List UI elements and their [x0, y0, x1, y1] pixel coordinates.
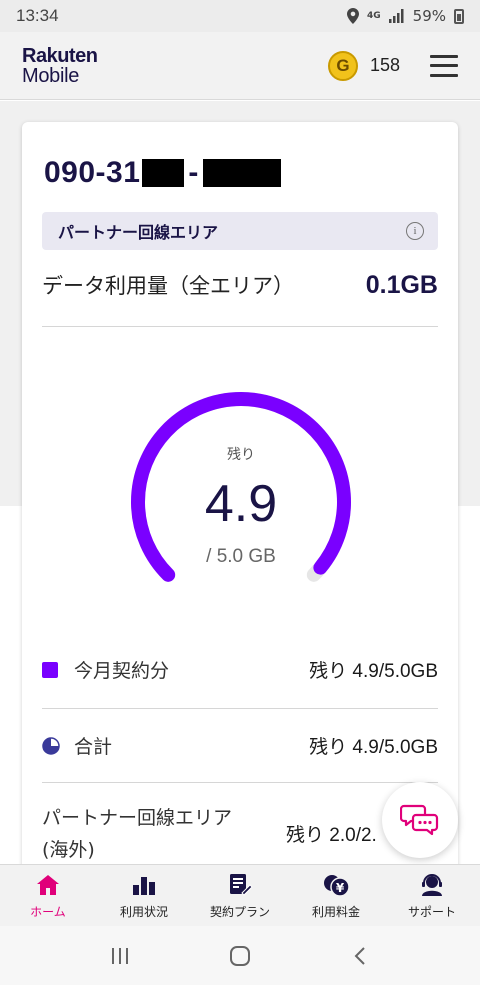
chat-bubbles-icon [400, 804, 439, 836]
menu-line [430, 64, 458, 67]
back-icon [354, 946, 365, 965]
gauge-remaining-value: 4.9 [204, 475, 278, 533]
total-value: 残り 4.9/5.0GB [309, 737, 438, 758]
recent-apps-button[interactable] [100, 941, 140, 971]
app-header: Rakuten Mobile G 158 [0, 32, 480, 100]
status-bar: 13:34 4G 59% [0, 0, 480, 32]
hamburger-menu-button[interactable] [430, 54, 458, 77]
bottom-tab-bar: ホーム 利用状況 契約プラン ¥ 利用料金 サポート [0, 864, 480, 926]
partner-area-label: パートナー回線エリア [58, 223, 219, 242]
chat-support-button[interactable] [382, 782, 458, 858]
purple-square-icon [42, 661, 58, 678]
logo-line2: Mobile [22, 64, 80, 87]
menu-line [430, 54, 458, 58]
data-usage-row: データ利用量（全エリア） 0.1GB [42, 270, 438, 300]
tab-label: 利用状況 [119, 905, 168, 919]
redacted-block [142, 159, 185, 187]
gauge-remaining-label: 残り [227, 447, 255, 463]
system-nav-bar [0, 926, 480, 985]
tab-label: 利用料金 [311, 905, 360, 919]
tab-label: ホーム [30, 905, 66, 919]
contract-icon [226, 871, 254, 899]
logo-line1: Rakuten [22, 44, 98, 67]
home-nav-button[interactable] [220, 941, 260, 971]
points-count[interactable]: 158 [370, 55, 400, 76]
tab-fees[interactable]: ¥ 利用料金 [288, 865, 384, 926]
pie-chart-icon [42, 736, 60, 755]
home-nav-icon [230, 945, 250, 966]
fee-icon: ¥ [322, 871, 350, 899]
status-icons: 4G 59% [347, 7, 464, 25]
tab-label: サポート [407, 905, 456, 919]
status-time: 13:34 [16, 6, 59, 25]
partner-area-bar[interactable]: パートナー回線エリア i [42, 212, 438, 250]
battery-icon [454, 8, 464, 24]
location-icon [347, 8, 359, 24]
support-icon [418, 871, 446, 899]
tab-usage[interactable]: 利用状況 [96, 865, 192, 926]
data-usage-label: データ利用量（全エリア） [42, 274, 294, 298]
overseas-value: 残り 2.0/2. [286, 825, 377, 846]
tab-home[interactable]: ホーム [0, 865, 96, 926]
monthly-contract-row[interactable]: 今月契約分 残り 4.9/5.0GB [42, 656, 438, 683]
monthly-contract-label: 今月契約分 [74, 660, 170, 682]
remaining-data-gauge: 残り 4.9 / 5.0 GB [121, 382, 361, 622]
divider [42, 782, 438, 783]
tab-support[interactable]: サポート [384, 865, 480, 926]
info-icon[interactable]: i [406, 222, 424, 240]
home-icon [34, 871, 62, 899]
gauge-total: / 5.0 GB [206, 546, 276, 567]
rakuten-mobile-logo[interactable]: Rakuten Mobile [22, 44, 98, 87]
monthly-contract-value: 残り 4.9/5.0GB [309, 661, 438, 682]
data-usage-value: 0.1GB [365, 270, 438, 299]
divider [42, 708, 438, 709]
menu-line [430, 73, 458, 77]
battery-percent: 59% [412, 7, 446, 25]
back-button[interactable] [340, 941, 380, 971]
phone-number: 090-31 - [44, 156, 281, 190]
signal-icon [388, 9, 404, 23]
divider [42, 326, 438, 327]
points-coin-icon: G [327, 50, 358, 81]
network-type: 4G [367, 10, 381, 21]
tab-label: 契約プラン [209, 905, 270, 919]
total-row[interactable]: 合計 残り 4.9/5.0GB [42, 732, 438, 759]
phone-separator: - [188, 156, 199, 189]
recent-apps-icon [112, 947, 128, 964]
total-label: 合計 [74, 736, 113, 758]
phone-prefix: 090-31 [44, 156, 141, 189]
tab-contract-plan[interactable]: 契約プラン [192, 865, 288, 926]
redacted-block [202, 159, 281, 187]
bar-chart-icon [130, 871, 158, 899]
data-usage-card: 090-31 - パートナー回線エリア i データ利用量（全エリア） 0.1GB… [22, 122, 458, 882]
svg-text:¥: ¥ [336, 881, 345, 895]
